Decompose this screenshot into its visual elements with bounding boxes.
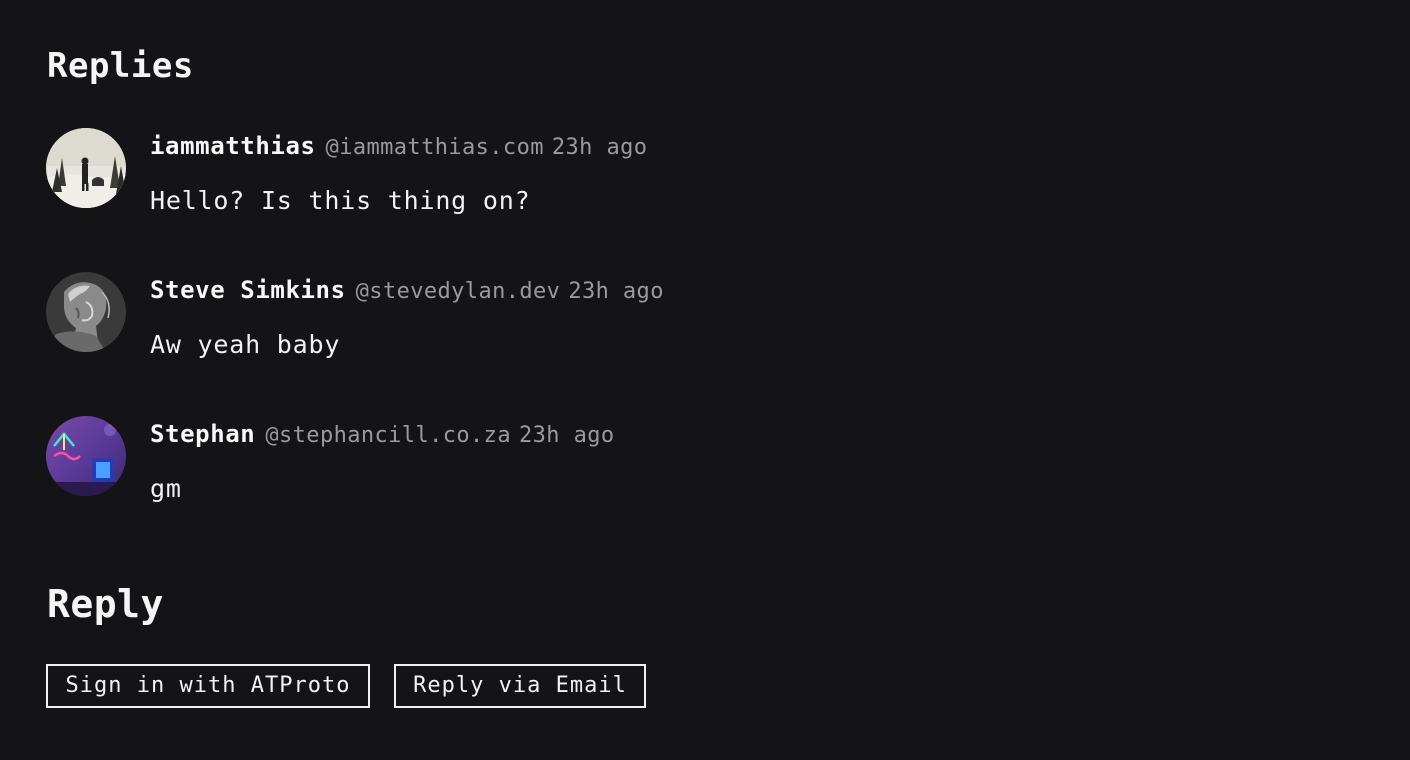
author-handle[interactable]: @iammatthias.com bbox=[326, 135, 544, 160]
statue-bust-avatar-icon bbox=[46, 272, 126, 352]
comment-item: Stephan @stephancill.co.za 23h ago gm bbox=[46, 416, 946, 526]
avatar[interactable] bbox=[46, 128, 126, 208]
author-handle[interactable]: @stevedylan.dev bbox=[356, 279, 561, 304]
neon-sign-avatar-icon bbox=[46, 416, 126, 496]
sign-in-atproto-button[interactable]: Sign in with ATProto bbox=[46, 664, 370, 708]
comment-text: gm bbox=[150, 474, 182, 503]
author-name[interactable]: Steve Simkins bbox=[150, 276, 346, 304]
comment-timestamp[interactable]: 23h ago bbox=[552, 135, 648, 160]
comment-meta: Stephan @stephancill.co.za 23h ago bbox=[150, 420, 615, 448]
avatar[interactable] bbox=[46, 416, 126, 496]
comment-meta: iammatthias @iammatthias.com 23h ago bbox=[150, 132, 647, 160]
comment-text: Hello? Is this thing on? bbox=[150, 186, 531, 215]
avatar[interactable] bbox=[46, 272, 126, 352]
author-name[interactable]: iammatthias bbox=[150, 132, 316, 160]
comment-timestamp[interactable]: 23h ago bbox=[568, 279, 664, 304]
comment-text: Aw yeah baby bbox=[150, 330, 341, 359]
snowy-landscape-avatar-icon bbox=[46, 128, 126, 208]
comment-item: Steve Simkins @stevedylan.dev 23h ago Aw y… bbox=[46, 272, 946, 382]
replies-heading: Replies bbox=[47, 46, 194, 86]
author-name[interactable]: Stephan bbox=[150, 420, 255, 448]
comment-item: iammatthias @iammatthias.com 23h ago Hello… bbox=[46, 128, 946, 238]
comment-meta: Steve Simkins @stevedylan.dev 23h ago bbox=[150, 276, 664, 304]
author-handle[interactable]: @stephancill.co.za bbox=[265, 423, 511, 448]
reply-via-email-button[interactable]: Reply via Email bbox=[394, 664, 646, 708]
comment-timestamp[interactable]: 23h ago bbox=[519, 423, 615, 448]
reply-heading: Reply bbox=[47, 582, 164, 626]
